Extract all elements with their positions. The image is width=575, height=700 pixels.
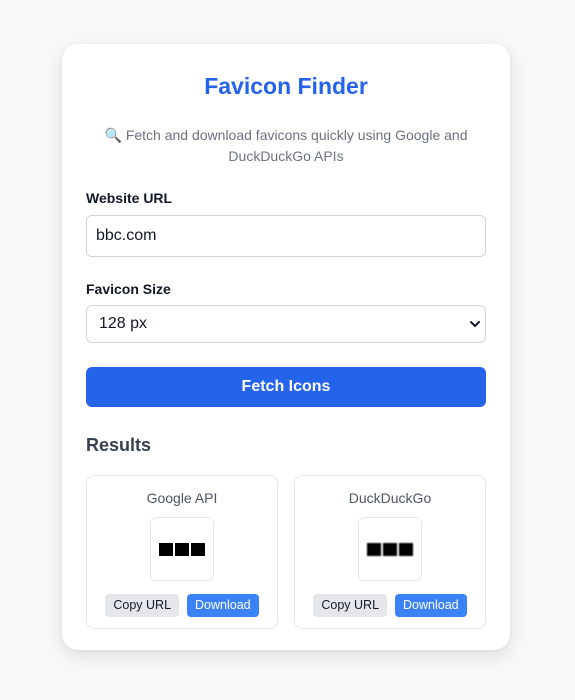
bbc-logo-block xyxy=(191,542,205,556)
result-source-name: DuckDuckGo xyxy=(348,490,432,506)
results-grid: Google API Copy URL Download DuckDuckGo … xyxy=(86,475,486,629)
bbc-logo-block xyxy=(367,542,381,556)
result-actions: Copy URL Download xyxy=(295,594,485,617)
page-subtitle: 🔍 Fetch and download favicons quickly us… xyxy=(86,125,486,167)
result-source-name: Google API xyxy=(146,490,218,506)
result-card-google: Google API Copy URL Download xyxy=(86,475,278,629)
result-card-duckduckgo: DuckDuckGo Copy URL Download xyxy=(294,475,486,629)
copy-url-button[interactable]: Copy URL xyxy=(313,594,388,617)
results-title: Results xyxy=(86,435,152,455)
page-title: Favicon Finder xyxy=(204,73,368,99)
download-button[interactable]: Download xyxy=(395,594,467,617)
copy-url-button[interactable]: Copy URL xyxy=(105,594,180,617)
chevron-down-icon xyxy=(470,321,480,327)
result-actions: Copy URL Download xyxy=(87,594,277,617)
magnifier-icon: 🔍 xyxy=(104,127,122,143)
favicon-preview xyxy=(150,517,214,581)
url-input[interactable]: bbc.com xyxy=(86,215,486,257)
size-select[interactable]: 128 px xyxy=(86,305,486,343)
url-label: Website URL xyxy=(86,190,173,206)
size-select-value: 128 px xyxy=(99,315,148,332)
size-label: Favicon Size xyxy=(86,281,171,297)
download-button[interactable]: Download xyxy=(187,594,259,617)
bbc-logo-block xyxy=(159,542,173,556)
favicon-preview xyxy=(358,517,422,581)
bbc-logo-block xyxy=(175,542,189,556)
bbc-logo-block xyxy=(383,542,397,556)
bbc-logo-block xyxy=(399,542,413,556)
favicon-finder-card: Favicon Finder 🔍 Fetch and download favi… xyxy=(62,44,510,650)
subtitle-text: Fetch and download favicons quickly usin… xyxy=(125,127,468,164)
url-input-value: bbc.com xyxy=(96,227,157,244)
fetch-icons-button[interactable]: Fetch Icons xyxy=(86,367,486,407)
